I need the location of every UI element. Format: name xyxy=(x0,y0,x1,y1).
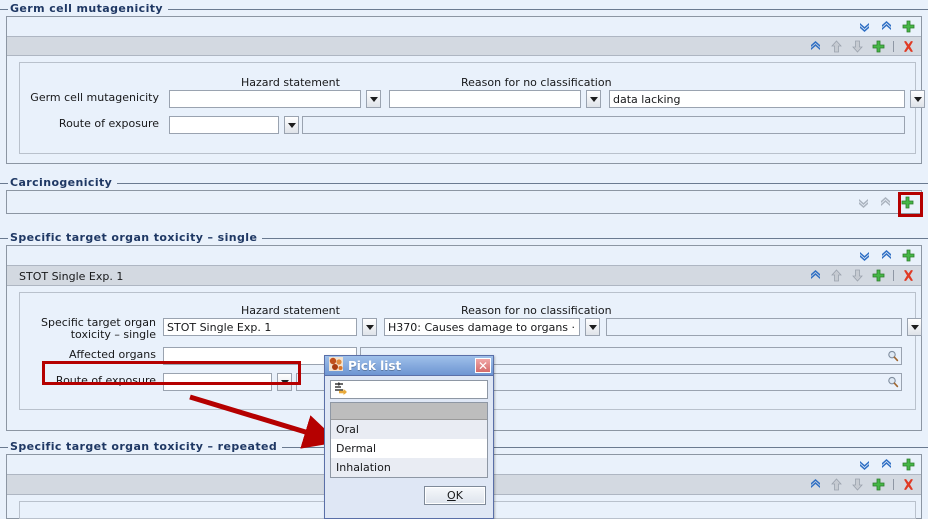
double-chevron-down-icon[interactable] xyxy=(858,20,871,33)
application-root: Germ cell mutagenicity Hazard statement … xyxy=(0,0,928,519)
route-of-exposure-dropdown[interactable] xyxy=(284,116,299,134)
section-toolbar xyxy=(7,17,921,36)
arrow-up-icon[interactable] xyxy=(830,39,843,53)
ok-button[interactable]: OK xyxy=(424,486,486,505)
pick-list-dialog[interactable]: Pick list ✕ Oral Dermal Inhalation O K xyxy=(324,355,494,519)
ok-button-mnemonic: O xyxy=(447,489,456,502)
column-header-reason: Reason for no classification xyxy=(461,304,612,317)
plus-icon[interactable] xyxy=(872,40,885,53)
arrow-down-icon[interactable] xyxy=(851,478,864,491)
double-chevron-down-icon[interactable] xyxy=(858,458,871,471)
pick-list-header-row xyxy=(331,403,487,420)
field-label-stot-single: Specific target organ toxicity – single xyxy=(40,316,156,341)
double-chevron-up-icon[interactable] xyxy=(809,478,822,491)
arrow-up-icon[interactable] xyxy=(830,269,843,282)
stot-single-input[interactable]: STOT Single Exp. 1 xyxy=(163,318,357,336)
record-label: STOT Single Exp. 1 xyxy=(19,270,124,283)
germ-cell-mutagenicity-dropdown[interactable] xyxy=(366,90,381,108)
hazard-statement-input[interactable]: H370: Causes damage to organs · xyxy=(384,318,580,336)
field-label-affected-organs: Affected organs xyxy=(69,348,156,361)
arrow-down-icon[interactable] xyxy=(851,40,864,53)
pick-list-items[interactable]: Oral Dermal Inhalation xyxy=(330,402,488,478)
section-legend: Specific target organ toxicity – single xyxy=(8,231,263,244)
section-legend: Germ cell mutagenicity xyxy=(8,2,168,15)
dialog-title-bar[interactable]: Pick list ✕ xyxy=(325,356,493,376)
list-item[interactable]: Dermal xyxy=(331,439,487,458)
magnifier-icon[interactable] xyxy=(887,350,899,364)
column-header-hazard-statement: Hazard statement xyxy=(241,76,340,89)
ok-button-rest: K xyxy=(455,489,463,502)
plus-icon[interactable] xyxy=(872,478,885,491)
hazard-statement-dropdown[interactable] xyxy=(586,90,601,108)
chevron-down-icon xyxy=(369,96,378,102)
arrow-up-icon[interactable] xyxy=(830,478,843,491)
double-chevron-up-icon[interactable] xyxy=(809,40,822,53)
reason-dropdown[interactable] xyxy=(910,90,925,108)
record-toolbar xyxy=(7,36,921,56)
section-legend: Carcinogenicity xyxy=(8,176,118,189)
red-x-icon[interactable] xyxy=(902,40,915,53)
dialog-title-label: Pick list xyxy=(348,358,402,373)
dialog-body: Oral Dermal Inhalation OK xyxy=(325,376,493,510)
chevron-down-icon xyxy=(280,379,289,385)
route-of-exposure-dropdown[interactable] xyxy=(277,373,292,391)
toolbar-divider xyxy=(893,479,894,490)
field-label-germ-cell-mutagenicity: Germ cell mutagenicity xyxy=(30,91,159,104)
section-rule xyxy=(0,183,928,184)
double-chevron-down-icon[interactable] xyxy=(858,249,871,262)
chevron-down-icon xyxy=(913,96,922,102)
stot-single-dropdown[interactable] xyxy=(362,318,377,336)
double-chevron-up-icon[interactable] xyxy=(880,20,893,33)
section-toolbar xyxy=(7,246,921,265)
reason-for-no-classification-input[interactable] xyxy=(606,318,902,336)
route-of-exposure-extra-input[interactable] xyxy=(302,116,905,134)
plus-icon[interactable] xyxy=(872,269,885,282)
double-chevron-up-icon[interactable] xyxy=(809,269,822,282)
field-label-route-of-exposure: Route of exposure xyxy=(58,117,159,130)
reason-dropdown[interactable] xyxy=(907,318,922,336)
hazard-statement-input[interactable] xyxy=(389,90,581,108)
chevron-down-icon xyxy=(365,324,374,330)
column-header-hazard-statement: Hazard statement xyxy=(241,304,340,317)
plus-icon[interactable] xyxy=(902,249,915,262)
list-item[interactable]: Oral xyxy=(331,420,487,439)
section-legend: Specific target organ toxicity – repeate… xyxy=(8,440,283,453)
list-item[interactable]: Inhalation xyxy=(331,458,487,477)
pick-list-filter-input[interactable] xyxy=(330,380,488,399)
chevron-down-icon xyxy=(589,96,598,102)
close-icon[interactable]: ✕ xyxy=(475,358,491,373)
route-of-exposure-input[interactable] xyxy=(169,116,279,134)
plus-icon[interactable] xyxy=(902,458,915,471)
reason-for-no-classification-input[interactable]: data lacking xyxy=(609,90,905,108)
filter-icon[interactable] xyxy=(333,381,348,399)
magnifier-icon[interactable] xyxy=(887,376,899,390)
double-chevron-up-icon[interactable] xyxy=(880,458,893,471)
red-x-icon[interactable] xyxy=(902,478,915,491)
plus-icon[interactable] xyxy=(901,196,914,209)
route-of-exposure-input[interactable] xyxy=(163,373,272,391)
column-header-reason: Reason for no classification xyxy=(461,76,612,89)
section-toolbar xyxy=(7,191,921,213)
arrow-down-icon[interactable] xyxy=(851,269,864,282)
pick-list-icon xyxy=(329,357,343,374)
hazard-statement-dropdown[interactable] xyxy=(585,318,600,336)
field-label-route-of-exposure: Route of exposure xyxy=(55,374,156,387)
plus-icon[interactable] xyxy=(902,20,915,33)
section-germ-cell-mutagenicity: Germ cell mutagenicity Hazard statement … xyxy=(0,2,928,168)
double-chevron-up-icon[interactable] xyxy=(879,196,892,209)
red-x-icon[interactable] xyxy=(902,269,915,282)
double-chevron-up-icon[interactable] xyxy=(880,249,893,262)
chevron-down-icon xyxy=(287,122,296,128)
chevron-down-icon xyxy=(588,324,597,330)
double-chevron-down-icon[interactable] xyxy=(857,196,870,209)
toolbar-divider xyxy=(893,270,894,281)
record-toolbar: STOT Single Exp. 1 xyxy=(7,265,921,286)
chevron-down-icon xyxy=(910,324,919,330)
germ-cell-mutagenicity-input[interactable] xyxy=(169,90,361,108)
section-carcinogenicity: Carcinogenicity xyxy=(0,176,928,224)
dialog-footer: OK xyxy=(330,486,488,505)
toolbar-divider xyxy=(893,40,894,52)
